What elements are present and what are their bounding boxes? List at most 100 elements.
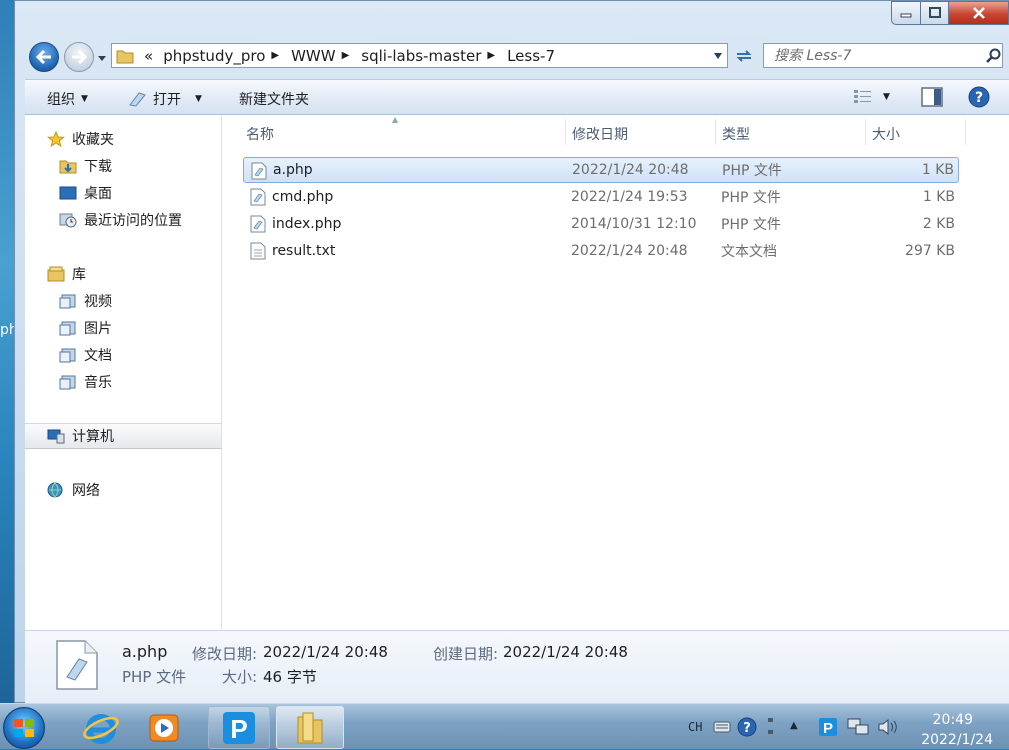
clock-time[interactable]: 20:49	[933, 712, 973, 728]
notepad-icon	[129, 92, 146, 107]
nav-documents[interactable]: 文档	[59, 345, 112, 365]
column-header-size[interactable]: 大小	[872, 124, 900, 144]
preview-pane-icon	[921, 87, 943, 107]
forward-button[interactable]	[64, 42, 94, 72]
column-header-modified[interactable]: 修改日期	[572, 124, 628, 144]
column-divider[interactable]	[965, 119, 966, 145]
minimize-icon	[900, 13, 912, 18]
chevron-right-icon[interactable]: ▶	[487, 50, 495, 61]
column-divider[interactable]	[865, 119, 866, 145]
file-row[interactable]: cmd.php 2022/1/24 19:53 PHP 文件 1 KB	[243, 184, 959, 210]
nav-downloads[interactable]: 下载	[59, 156, 112, 176]
text-file-icon	[250, 242, 266, 260]
content-area: 收藏夹 下载 桌面 最近访问的位置 库 视频 图片 文档 音乐 计算机 网络 ▲…	[25, 115, 1009, 631]
taskbar-phpstudy[interactable]: P	[208, 706, 270, 749]
file-name: a.php	[273, 162, 313, 178]
nav-favorites-label: 收藏夹	[72, 132, 114, 148]
php-file-icon	[251, 162, 267, 180]
windows-logo-icon	[14, 719, 34, 737]
file-row[interactable]: index.php 2014/10/31 12:10 PHP 文件 2 KB	[243, 211, 959, 237]
details-created-value[interactable]: 2022/1/24 20:48	[503, 643, 628, 661]
details-modified-value[interactable]: 2022/1/24 20:48	[263, 643, 388, 661]
breadcrumb-sqli-labs-master[interactable]: sqli-labs-master	[361, 47, 481, 65]
preview-pane-button[interactable]	[921, 87, 943, 107]
nav-desktop[interactable]: 桌面	[59, 183, 112, 203]
nav-computer[interactable]: 计算机	[25, 423, 221, 449]
file-row[interactable]: a.php 2022/1/24 20:48 PHP 文件 1 KB	[243, 157, 959, 183]
chevron-right-icon[interactable]: ▶	[271, 50, 279, 61]
file-type: PHP 文件	[722, 163, 782, 179]
taskbar-windows-explorer[interactable]	[276, 706, 344, 749]
taskbar-media-player[interactable]	[141, 706, 187, 749]
network-icon[interactable]	[847, 717, 869, 737]
file-name: index.php	[272, 216, 342, 232]
network-globe-icon	[47, 482, 63, 498]
refresh-button[interactable]	[731, 43, 757, 68]
svg-text:?: ?	[743, 721, 751, 736]
breadcrumb-less-7[interactable]: Less-7	[507, 47, 555, 65]
keyboard-icon[interactable]	[713, 720, 731, 734]
chevron-down-icon: ▼	[81, 94, 88, 104]
search-box[interactable]	[763, 43, 1003, 68]
help-button[interactable]: ?	[968, 86, 990, 108]
nav-pictures-label: 图片	[84, 321, 112, 337]
clock-date[interactable]: 2022/1/24	[921, 732, 993, 748]
taskbar: P CH ? ▲ P 20:49 2022/1/24	[0, 703, 1009, 749]
breadcrumb-www[interactable]: WWW	[291, 47, 336, 65]
file-type: PHP 文件	[721, 190, 781, 206]
nav-music[interactable]: 音乐	[59, 372, 112, 392]
file-name: result.txt	[272, 243, 336, 259]
column-header-type[interactable]: 类型	[722, 124, 750, 144]
details-size-label: 大小:	[222, 668, 258, 686]
search-icon[interactable]	[986, 48, 1002, 64]
nav-computer-label: 计算机	[72, 429, 114, 445]
address-overflow[interactable]: «	[144, 47, 153, 65]
taskbar-internet-explorer[interactable]	[78, 706, 124, 749]
nav-pictures[interactable]: 图片	[59, 318, 112, 338]
chevron-down-icon: ▼	[195, 94, 202, 104]
minimize-button[interactable]	[891, 1, 921, 25]
new-folder-button[interactable]: 新建文件夹	[239, 89, 309, 109]
nav-libraries[interactable]: 库	[47, 264, 86, 284]
file-row[interactable]: result.txt 2022/1/24 20:48 文本文档 297 KB	[243, 238, 959, 264]
help-icon[interactable]: ?	[737, 717, 757, 737]
close-button[interactable]	[949, 1, 1009, 25]
file-size: 297 KB	[905, 243, 955, 259]
chevron-down-icon[interactable]	[713, 52, 723, 60]
show-hidden-icons-icon[interactable]: ▲	[790, 720, 798, 731]
nav-network[interactable]: 网络	[47, 480, 100, 500]
phpstudy-icon: P	[223, 711, 255, 744]
navigation-pane: 收藏夹 下载 桌面 最近访问的位置 库 视频 图片 文档 音乐 计算机 网络	[25, 115, 222, 631]
column-divider[interactable]	[715, 119, 716, 145]
ime-options-icon[interactable]	[766, 716, 776, 738]
open-label: 打开	[153, 92, 181, 108]
address-bar[interactable]: « phpstudy_pro ▶ WWW ▶ sqli-labs-master …	[111, 43, 728, 68]
phpstudy-tray-icon[interactable]: P	[818, 717, 838, 737]
folder-icon	[116, 50, 134, 63]
nav-recent-places[interactable]: 最近访问的位置	[59, 210, 182, 230]
column-header-name[interactable]: 名称	[246, 124, 274, 144]
nav-favorites[interactable]: 收藏夹	[47, 129, 114, 149]
recent-pages-dropdown[interactable]	[97, 53, 107, 63]
organize-label: 组织	[47, 92, 75, 108]
phpstudy-letter: P	[230, 714, 247, 744]
search-input[interactable]	[772, 46, 981, 65]
tray-language-indicator[interactable]: CH	[688, 720, 702, 734]
column-divider[interactable]	[565, 119, 566, 145]
back-button[interactable]	[29, 42, 59, 72]
change-view-button[interactable]: ▼	[853, 88, 890, 106]
close-icon	[972, 7, 985, 19]
nav-videos[interactable]: 视频	[59, 291, 112, 311]
download-folder-icon	[59, 160, 77, 174]
volume-icon[interactable]	[877, 717, 899, 737]
recent-places-icon	[59, 213, 77, 228]
nav-desktop-label: 桌面	[84, 186, 112, 202]
maximize-button[interactable]	[921, 1, 949, 25]
start-button[interactable]	[3, 707, 45, 749]
phpstudy-tray-letter: P	[823, 720, 833, 737]
open-button[interactable]: 打开 ▼	[127, 89, 202, 109]
breadcrumb-phpstudy-pro[interactable]: phpstudy_pro	[163, 47, 265, 65]
organize-button[interactable]: 组织 ▼	[47, 89, 88, 109]
chevron-right-icon[interactable]: ▶	[342, 50, 350, 61]
file-type: 文本文档	[721, 244, 777, 260]
